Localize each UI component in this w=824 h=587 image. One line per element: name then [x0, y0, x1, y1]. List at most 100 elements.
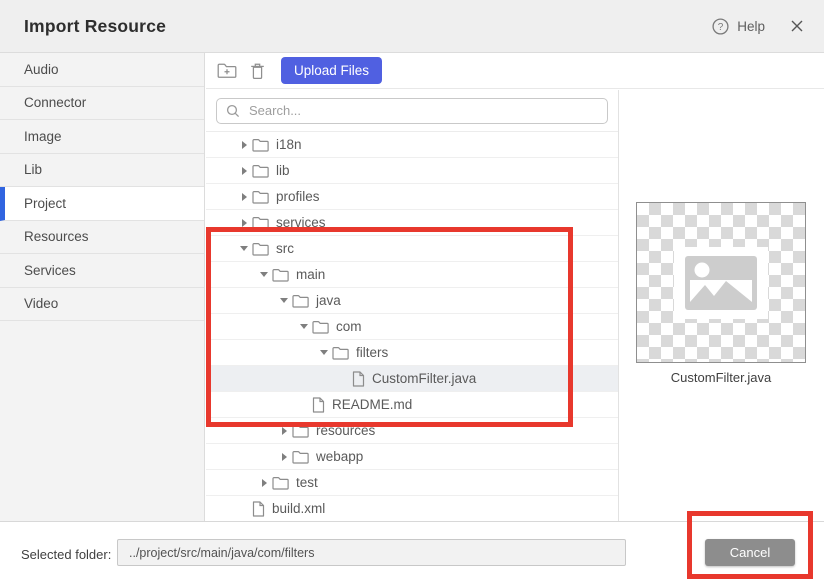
new-folder-button[interactable]: [217, 62, 237, 79]
tree-item-main[interactable]: main: [206, 262, 618, 288]
chevron-expanded-icon[interactable]: [280, 298, 288, 303]
preview-thumbnail: [636, 202, 806, 363]
chevron-expanded-icon[interactable]: [320, 350, 328, 355]
tree-item-label: test: [296, 475, 318, 490]
folder-icon: [272, 268, 289, 282]
new-folder-icon: [217, 62, 237, 79]
sidebar-item-label: Project: [24, 196, 66, 211]
search-input[interactable]: [247, 102, 607, 119]
sidebar-item-connector[interactable]: Connector: [0, 87, 204, 121]
close-button[interactable]: [790, 19, 804, 33]
tree-item-label: i18n: [276, 137, 302, 152]
help-button[interactable]: ? Help: [712, 18, 765, 35]
sidebar-item-video[interactable]: Video: [0, 288, 204, 322]
file-icon: [252, 501, 265, 517]
preview-panel: CustomFilter.java: [619, 90, 824, 521]
image-placeholder-card: [674, 247, 768, 319]
tree-item-label: com: [336, 319, 362, 334]
chevron-expanded-icon[interactable]: [260, 272, 268, 277]
tree-item-java[interactable]: java: [206, 288, 618, 314]
dialog-footer: Selected folder: Cancel: [0, 521, 824, 587]
tree-item-label: java: [316, 293, 341, 308]
tree-item-lib[interactable]: lib: [206, 158, 618, 184]
sidebar-item-label: Resources: [24, 229, 89, 244]
upload-files-button[interactable]: Upload Files: [281, 57, 382, 84]
sidebar: Audio Connector Image Lib Project Resources Se…: [0, 53, 205, 521]
tree-item-resources[interactable]: resources: [206, 418, 618, 444]
folder-icon: [252, 216, 269, 230]
tree-item-label: profiles: [276, 189, 320, 204]
tree-item-i18n[interactable]: i18n: [206, 132, 618, 158]
folder-icon: [252, 190, 269, 204]
search-box: [216, 98, 608, 124]
tree-item-label: filters: [356, 345, 388, 360]
tree-item-test[interactable]: test: [206, 470, 618, 496]
tree-item-label: src: [276, 241, 294, 256]
sidebar-item-label: Image: [24, 129, 62, 144]
preview-filename: CustomFilter.java: [636, 370, 806, 385]
chevron-collapsed-icon[interactable]: [242, 167, 247, 175]
chevron-collapsed-icon[interactable]: [242, 219, 247, 227]
folder-icon: [252, 242, 269, 256]
sidebar-item-label: Connector: [24, 95, 86, 110]
content-area: i18n lib profiles services srcmain java com fil…: [206, 90, 824, 521]
chevron-collapsed-icon[interactable]: [242, 193, 247, 201]
chevron-collapsed-icon[interactable]: [242, 141, 247, 149]
sidebar-item-resources[interactable]: Resources: [0, 221, 204, 255]
delete-icon: [250, 62, 265, 80]
toolbar: Upload Files: [206, 53, 824, 89]
tree-item-com[interactable]: com: [206, 314, 618, 340]
chevron-expanded-icon[interactable]: [300, 324, 308, 329]
help-icon: ?: [712, 18, 729, 35]
delete-button[interactable]: [250, 62, 265, 80]
folder-icon: [312, 320, 329, 334]
sidebar-item-lib[interactable]: Lib: [0, 154, 204, 188]
tree-item-label: build.xml: [272, 501, 325, 516]
tree-item-customfilter-java[interactable]: CustomFilter.java: [206, 366, 618, 392]
sidebar-item-label: Video: [24, 296, 58, 311]
tree-item-services[interactable]: services: [206, 210, 618, 236]
tree-item-profiles[interactable]: profiles: [206, 184, 618, 210]
search-icon: [226, 104, 240, 118]
tree-item-src[interactable]: src: [206, 236, 618, 262]
cancel-button[interactable]: Cancel: [705, 539, 795, 566]
file-tree-panel: i18n lib profiles services srcmain java com fil…: [206, 90, 619, 521]
tree-item-label: resources: [316, 423, 375, 438]
folder-icon: [292, 424, 309, 438]
chevron-collapsed-icon[interactable]: [282, 427, 287, 435]
close-icon: [790, 19, 804, 33]
file-tree: i18n lib profiles services srcmain java com fil…: [206, 132, 618, 521]
dialog-header: Import Resource ? Help: [0, 0, 824, 53]
chevron-collapsed-icon[interactable]: [262, 479, 267, 487]
sidebar-item-label: Services: [24, 263, 76, 278]
folder-icon: [272, 476, 289, 490]
tree-item-label: services: [276, 215, 326, 230]
tree-item-label: CustomFilter.java: [372, 371, 476, 386]
sidebar-item-services[interactable]: Services: [0, 254, 204, 288]
tree-item-filters[interactable]: filters: [206, 340, 618, 366]
sidebar-item-label: Lib: [24, 162, 42, 177]
main-panel: Upload Files i18n lib profiles services srcm…: [206, 53, 824, 521]
tree-item-label: webapp: [316, 449, 363, 464]
tree-item-label: main: [296, 267, 325, 282]
tree-item-label: lib: [276, 163, 290, 178]
sidebar-item-project[interactable]: Project: [0, 187, 204, 221]
import-resource-dialog: Import Resource ? Help Audio Connector Ima…: [0, 0, 824, 587]
file-icon: [312, 397, 325, 413]
selected-folder-input[interactable]: [117, 539, 626, 566]
tree-item-build-xml[interactable]: build.xml: [206, 496, 618, 521]
tree-item-webapp[interactable]: webapp: [206, 444, 618, 470]
selected-folder-label: Selected folder:: [21, 547, 111, 562]
page-title: Import Resource: [24, 16, 166, 37]
search-bar: [206, 90, 618, 132]
folder-icon: [292, 450, 309, 464]
sidebar-item-image[interactable]: Image: [0, 120, 204, 154]
help-label: Help: [737, 19, 765, 34]
sidebar-item-audio[interactable]: Audio: [0, 53, 204, 87]
chevron-collapsed-icon[interactable]: [282, 453, 287, 461]
chevron-expanded-icon[interactable]: [240, 246, 248, 251]
svg-text:?: ?: [718, 22, 724, 33]
tree-item-label: README.md: [332, 397, 412, 412]
tree-item-readme-md[interactable]: README.md: [206, 392, 618, 418]
folder-icon: [252, 138, 269, 152]
